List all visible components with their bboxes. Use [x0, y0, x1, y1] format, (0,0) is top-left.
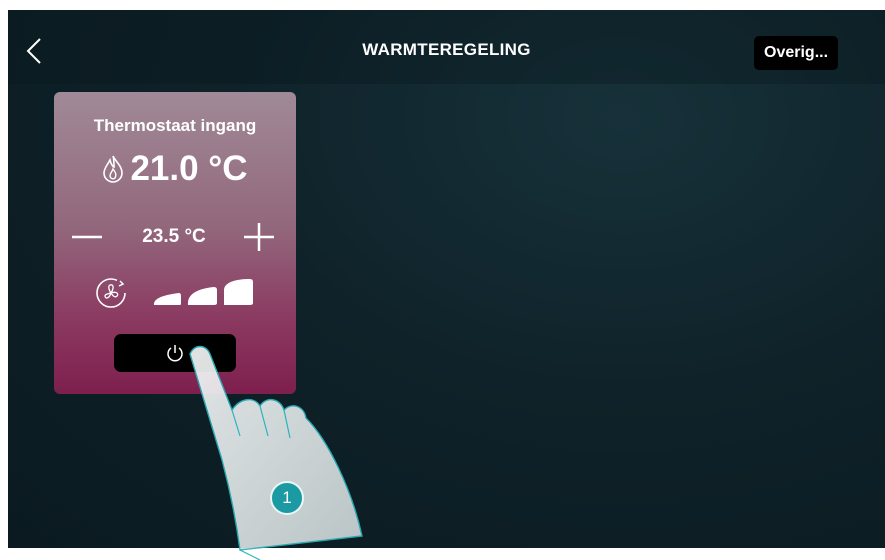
fan-speed-medium-icon[interactable] — [186, 286, 218, 306]
setpoint-temperature: 23.5 °C — [142, 226, 206, 247]
step-number-badge: 1 — [270, 481, 304, 515]
fan-speed-low-icon[interactable] — [152, 292, 182, 306]
minus-icon[interactable] — [70, 222, 104, 252]
fan-auto-icon[interactable] — [94, 276, 128, 310]
plus-icon[interactable] — [242, 222, 276, 252]
flame-icon — [103, 155, 124, 183]
current-temperature-row: 21.0 °C — [54, 148, 296, 190]
app-screen: WARMTEREGELING Overig... Thermostaat ing… — [8, 10, 885, 548]
fan-speed-high-icon[interactable] — [222, 278, 254, 306]
pointing-hand-icon — [189, 345, 363, 560]
top-bar: WARMTEREGELING Overig... — [8, 10, 885, 84]
setpoint-row: 23.5 °C — [54, 220, 296, 254]
thermostat-name: Thermostaat ingang — [93, 116, 257, 135]
more-button[interactable]: Overig... — [754, 36, 839, 70]
fan-speed-row — [54, 276, 296, 312]
current-temperature: 21.0 °C — [130, 149, 248, 188]
